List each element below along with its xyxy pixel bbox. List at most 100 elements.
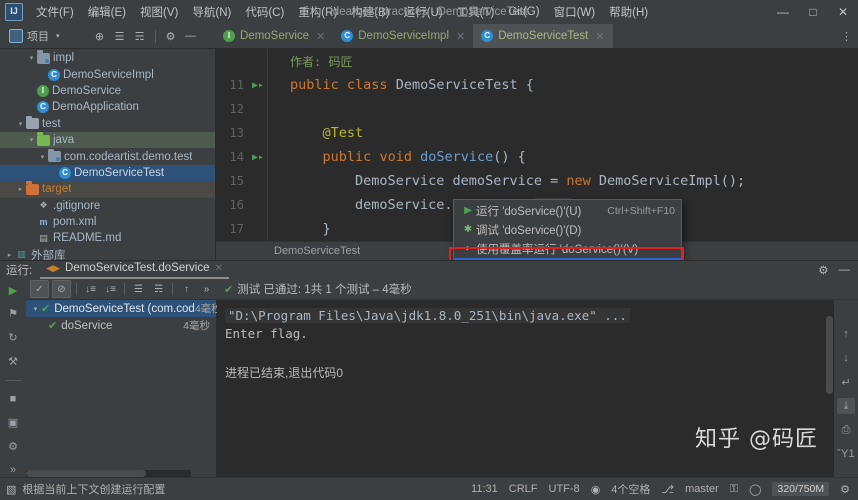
fold-region[interactable] (267, 145, 280, 169)
chevron-down-icon[interactable]: ▾ (30, 305, 41, 313)
menu-item-10[interactable]: 窗口(W) (547, 1, 603, 23)
more-icon[interactable]: » (4, 462, 22, 477)
stop-icon[interactable]: ■ (4, 391, 22, 406)
show-passed-icon[interactable]: ✓ (30, 280, 49, 298)
run-test-icon[interactable]: ▶▸ (249, 80, 267, 91)
git-branch[interactable]: master (685, 483, 719, 495)
tree-item----[interactable]: ▸ ▥ 外部库 (0, 247, 215, 260)
memory-indicator[interactable]: 320/750M (772, 482, 830, 496)
project-view-button[interactable]: 项目 ▾ (4, 26, 65, 46)
tree-item-test[interactable]: ▾ test (0, 115, 215, 132)
menu-item-0[interactable]: 文件(F) (29, 1, 81, 23)
configure-icon[interactable]: ⚒ (4, 354, 22, 369)
expand-all-icon[interactable]: ☴ (131, 27, 149, 45)
code-editor[interactable]: 作者: 码匠 11 ▶▸ public class DemoServiceTest {… (216, 49, 858, 260)
clear-all-icon[interactable]: Ὕ1 (837, 446, 855, 462)
tab-close-icon[interactable]: ✕ (595, 30, 604, 43)
more-tests-icon[interactable]: » (198, 281, 215, 297)
tab-overflow-icon[interactable]: ⋮ (841, 24, 858, 48)
horizontal-scrollbar[interactable] (26, 470, 191, 477)
menu-item-2[interactable]: 视图(V) (133, 1, 185, 23)
run-panel-settings-icon[interactable]: ⚙ (818, 263, 828, 277)
tree-item-demoservicetest[interactable]: C DemoServiceTest (0, 164, 215, 182)
menu-item-7[interactable]: 运行(U) (397, 1, 450, 23)
tree-item-java[interactable]: ▾ java (0, 131, 215, 149)
tree-item-readme-md[interactable]: ▤ README.md (0, 230, 215, 246)
soft-wrap-icon[interactable]: ↵ (837, 374, 855, 390)
rerun-icon[interactable]: ▶ (4, 283, 22, 298)
fold-region[interactable] (267, 49, 280, 73)
context-menu-item-2[interactable]: ◐ 使用覆盖率运行 'doService()'(V) (454, 239, 681, 258)
test-settings-icon[interactable]: ⚙ (4, 439, 22, 454)
scroll-to-end-icon[interactable]: ⤓ (837, 398, 855, 414)
menu-item-1[interactable]: 编辑(E) (81, 1, 133, 23)
editor-tab-demoservice[interactable]: I DemoService ✕ (215, 24, 333, 48)
hide-icon[interactable]: — (182, 27, 200, 45)
console-output[interactable]: "D:\Program Files\Java\jdk1.8.0_251\bin\… (217, 300, 834, 477)
tree-item--gitignore[interactable]: ❖ .gitignore (0, 198, 215, 214)
close-button[interactable]: ✕ (828, 0, 858, 24)
screenshot-icon[interactable]: ▣ (4, 415, 22, 430)
show-ignored-icon[interactable]: ⊘ (52, 280, 71, 298)
tree-item-demoservice[interactable]: I DemoService (0, 83, 215, 99)
debug-rerun-icon[interactable]: ⚑ (4, 307, 22, 322)
menu-item-5[interactable]: 重构(R) (291, 1, 344, 23)
expand-tests-icon[interactable]: ☰ (130, 281, 147, 297)
line-separator[interactable]: CRLF (509, 483, 538, 495)
console-scrollbar[interactable] (825, 300, 834, 477)
tree-item-impl[interactable]: ▾ impl (0, 50, 215, 66)
menu-item-9[interactable]: Git(G) (501, 3, 546, 21)
chevron-down-icon[interactable]: ▾ (26, 54, 37, 62)
fold-region[interactable] (267, 73, 280, 97)
tree-item-target[interactable]: ▸ target (0, 181, 215, 198)
tree-item-com-codeartist-demo-test[interactable]: ▾ com.codeartist.demo.test (0, 148, 215, 164)
collapse-tests-icon[interactable]: ☴ (150, 281, 167, 297)
tree-item-demoapplication[interactable]: C DemoApplication (0, 99, 215, 115)
sort-alpha-icon[interactable]: ↓≡ (82, 281, 99, 297)
fold-region[interactable] (267, 121, 280, 145)
maximize-button[interactable]: □ (798, 0, 828, 24)
chevron-down-icon[interactable]: ▾ (15, 120, 26, 128)
run-config-tab[interactable]: ◀▶ DemoServiceTest.doService ✕ (40, 261, 229, 279)
tab-close-icon[interactable]: ✕ (456, 30, 465, 43)
status-gear-icon[interactable]: ⚙ (840, 483, 850, 496)
test-tree-row-0[interactable]: ▾ ✔ DemoServiceTest (com.cod 4毫秒 (26, 300, 222, 317)
settings-gear-icon[interactable]: ⚙ (162, 27, 180, 45)
scroll-up-icon[interactable]: ↑ (837, 326, 855, 342)
run-context-menu[interactable]: ▶ 运行 'doService()'(U) Ctrl+Shift+F10 ✱ 调试 'd… (453, 199, 682, 260)
editor-tab-demoservicetest[interactable]: C DemoServiceTest ✕ (473, 24, 613, 48)
reader-mode-icon[interactable]: ◉ (591, 483, 601, 496)
notification-icon[interactable]: ◯ (749, 483, 761, 496)
lock-icon[interactable]: ⚿ (730, 483, 738, 496)
run-panel-hide-icon[interactable]: — (839, 264, 851, 276)
fold-region[interactable] (267, 217, 280, 241)
test-tree-row-1[interactable]: ✔ doService 4毫秒 (26, 317, 216, 334)
run-method-icon[interactable]: ▶▸ (249, 152, 267, 163)
indent-setting[interactable]: 4个空格 (611, 481, 650, 497)
context-menu-item-3[interactable]: 修改运行配置... (454, 258, 681, 260)
menu-item-3[interactable]: 导航(N) (185, 1, 238, 23)
menu-item-11[interactable]: 帮助(H) (602, 1, 655, 23)
fold-region[interactable] (267, 169, 280, 193)
tab-close-icon[interactable]: ✕ (316, 30, 325, 43)
chevron-down-icon[interactable]: ▾ (37, 153, 48, 161)
file-encoding[interactable]: UTF-8 (549, 483, 580, 495)
locate-icon[interactable]: ⊕ (91, 27, 109, 45)
editor-tab-demoserviceimpl[interactable]: C DemoServiceImpl ✕ (333, 24, 473, 48)
menu-item-4[interactable]: 代码(C) (238, 1, 291, 23)
collapse-all-icon[interactable]: ☰ (111, 27, 129, 45)
sort-duration-icon[interactable]: ↓≡ (102, 281, 119, 297)
minimize-button[interactable]: — (768, 0, 798, 24)
context-menu-item-1[interactable]: ✱ 调试 'doService()'(D) (454, 220, 681, 239)
tree-item-pom-xml[interactable]: m pom.xml (0, 214, 215, 230)
fold-region[interactable] (267, 193, 280, 217)
print-icon[interactable]: ⎙ (837, 422, 855, 438)
context-menu-item-0[interactable]: ▶ 运行 'doService()'(U) Ctrl+Shift+F10 (454, 201, 681, 220)
rerun-failed-icon[interactable]: ↻ (4, 330, 22, 345)
fold-region[interactable] (267, 97, 280, 121)
chevron-down-icon[interactable]: ▾ (26, 136, 37, 144)
scroll-down-icon[interactable]: ↓ (837, 350, 855, 366)
chevron-right-icon[interactable]: ▸ (15, 185, 26, 193)
menu-item-8[interactable]: 工具(T) (450, 1, 502, 23)
menu-item-6[interactable]: 构建(B) (344, 1, 396, 23)
